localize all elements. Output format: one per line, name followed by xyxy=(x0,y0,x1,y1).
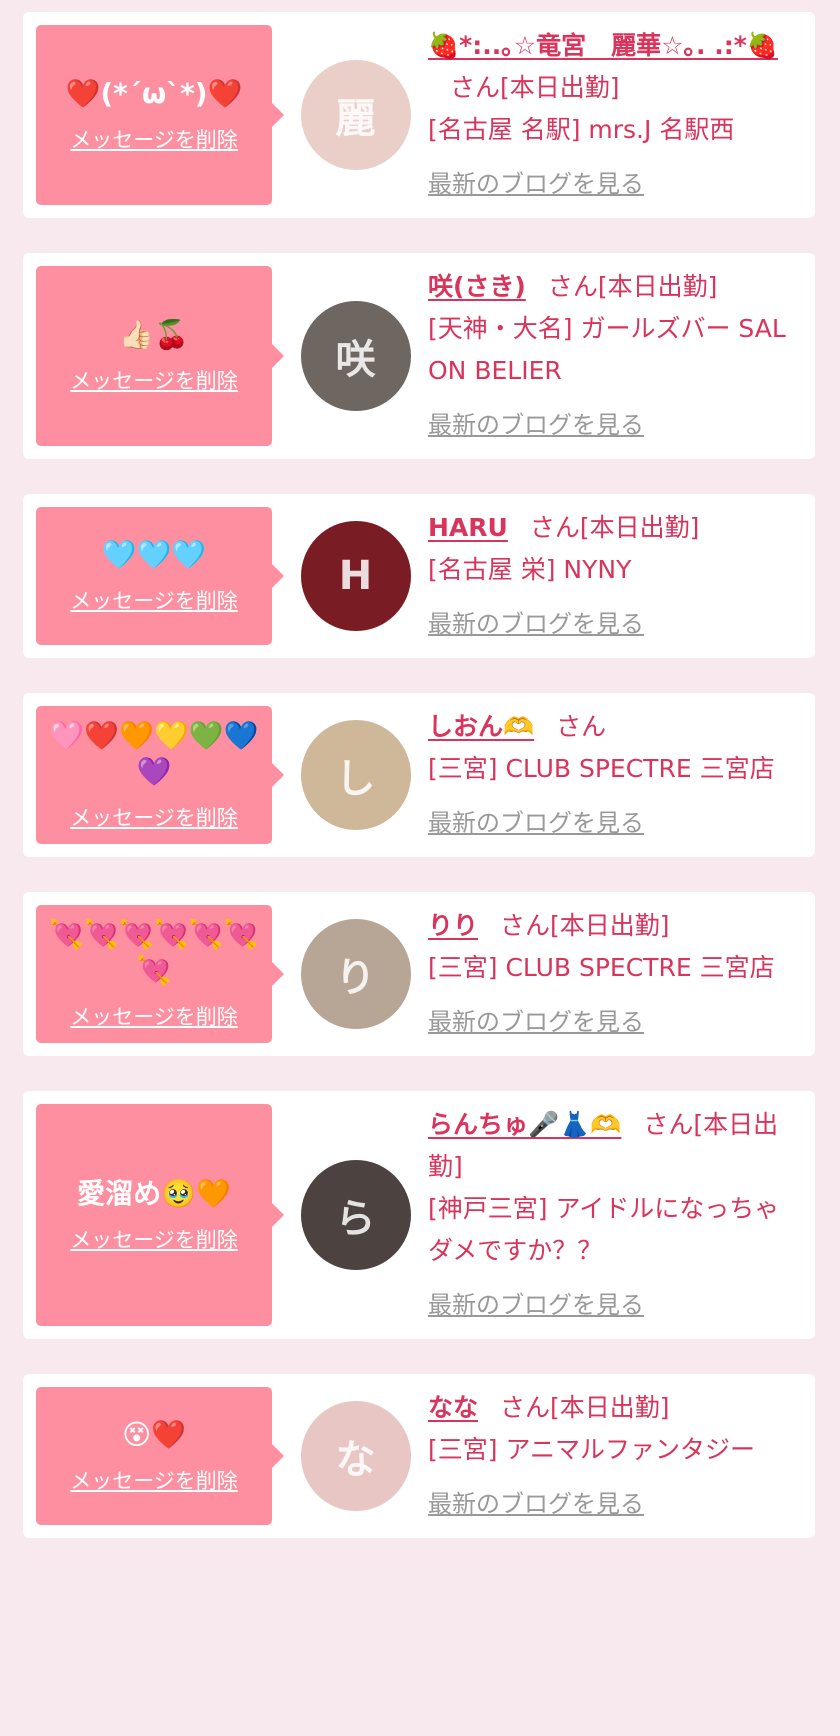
message-bubble: 🩵🩵🩵 メッセージを削除 xyxy=(36,507,284,645)
avatar-wrap: 麗 xyxy=(272,25,418,205)
cast-name-link[interactable]: 🍓*:..｡☆竜宮 麗華☆｡. .:*🍓 xyxy=(428,31,778,60)
cast-info: らんちゅ🎤👗🫶 さん[本日出勤] [神戸三宮] アイドルになっちゃダメですか？？ … xyxy=(418,1104,815,1326)
status-badge: [本日出勤] xyxy=(579,513,700,542)
avatar-wrap: ら xyxy=(272,1104,418,1326)
cast-info: しおん🫶 さん [三宮] CLUB SPECTRE 三宮店 最新のブログを見る xyxy=(418,706,815,844)
favorite-card: 😵❤️ メッセージを削除 な なな さん[本日出勤] [三宮] アニマルファンタジ… xyxy=(23,1374,815,1538)
avatar[interactable]: 咲 xyxy=(300,301,411,411)
status-badge: [本日出勤] xyxy=(550,911,670,940)
cast-info: 🍓*:..｡☆竜宮 麗華☆｡. .:*🍓 さん[本日出勤] [名古屋 名駅] mr… xyxy=(418,25,815,205)
cast-name-link[interactable]: HARU xyxy=(428,513,508,542)
name-line: 🍓*:..｡☆竜宮 麗華☆｡. .:*🍓 さん[本日出勤] xyxy=(428,25,797,109)
shop-name: [天神・大名] ガールズバー SALON BELIER xyxy=(428,314,786,385)
avatar-wrap: な xyxy=(272,1387,418,1525)
san-label: さん xyxy=(500,911,551,940)
delete-message-button[interactable]: メッセージを削除 xyxy=(70,365,238,395)
delete-message-button[interactable]: メッセージを削除 xyxy=(70,124,238,154)
message-text: ❤️(*´ω`*)❤️ xyxy=(65,77,243,110)
cast-name-link[interactable]: なな xyxy=(428,1393,478,1422)
san-label: さん xyxy=(500,1393,551,1422)
avatar-wrap: 咲 xyxy=(272,266,418,446)
cast-name-link[interactable]: りり xyxy=(428,911,478,940)
name-line: HARU さん[本日出勤] xyxy=(428,507,797,549)
favorite-card: 👍🏻🍒 メッセージを削除 咲 咲(さき) さん[本日出勤] [天神・大名] ガール… xyxy=(23,253,815,459)
latest-blog-link[interactable]: 最新のブログを見る xyxy=(428,1001,644,1043)
delete-message-button[interactable]: メッセージを削除 xyxy=(70,585,238,615)
cast-info: HARU さん[本日出勤] [名古屋 栄] NYNY 最新のブログを見る xyxy=(418,507,815,645)
shop-name: [名古屋 栄] NYNY xyxy=(428,555,632,584)
message-bubble: ❤️(*´ω`*)❤️ メッセージを削除 xyxy=(36,25,284,205)
favorite-card: ❤️(*´ω`*)❤️ メッセージを削除 麗 🍓*:..｡☆竜宮 麗華☆｡. .… xyxy=(23,12,815,218)
message-bubble: 💘💘💘💘💘💘💘 メッセージを削除 xyxy=(36,905,284,1043)
favorite-card: 愛溜め🥹🧡 メッセージを削除 ら らんちゅ🎤👗🫶 さん[本日出勤] [神戸三宮] … xyxy=(23,1091,815,1339)
san-label: さん xyxy=(450,73,501,102)
shop-name: [神戸三宮] アイドルになっちゃダメですか？？ xyxy=(428,1194,780,1265)
message-text: 🩵🩵🩵 xyxy=(101,538,207,571)
name-line: 咲(さき) さん[本日出勤] xyxy=(428,266,797,308)
message-bubble: 愛溜め🥹🧡 メッセージを削除 xyxy=(36,1104,284,1326)
message-bubble: 😵❤️ メッセージを削除 xyxy=(36,1387,284,1525)
cast-info: 咲(さき) さん[本日出勤] [天神・大名] ガールズバー SALON BELIE… xyxy=(418,266,815,446)
message-text: 😵❤️ xyxy=(121,1418,187,1451)
name-line: しおん🫶 さん xyxy=(428,706,797,748)
message-text: 愛溜め🥹🧡 xyxy=(77,1177,231,1210)
favorite-card: 🩷❤️🧡💛💚💙💜 メッセージを削除 し しおん🫶 さん [三宮] CLUB SPE… xyxy=(23,693,815,857)
avatar[interactable]: H xyxy=(300,521,411,631)
favorite-card: 💘💘💘💘💘💘💘 メッセージを削除 り りり さん[本日出勤] [三宮] CLUB … xyxy=(23,892,815,1056)
san-label: さん xyxy=(556,712,607,741)
delete-message-button[interactable]: メッセージを削除 xyxy=(70,1001,238,1031)
shop-name: [名古屋 名駅] mrs.J 名駅西 xyxy=(428,115,735,144)
status-badge: [本日出勤] xyxy=(550,1393,670,1422)
name-line: りり さん[本日出勤] xyxy=(428,905,797,947)
status-badge: [本日出勤] xyxy=(597,272,718,301)
shop-name: [三宮] アニマルファンタジー xyxy=(428,1435,755,1464)
name-line: らんちゅ🎤👗🫶 さん[本日出勤] xyxy=(428,1104,797,1188)
message-bubble: 👍🏻🍒 メッセージを削除 xyxy=(36,266,284,446)
message-text: 🩷❤️🧡💛💚💙💜 xyxy=(49,719,259,788)
san-label: さん xyxy=(547,272,598,301)
latest-blog-link[interactable]: 最新のブログを見る xyxy=(428,1483,644,1525)
delete-message-button[interactable]: メッセージを削除 xyxy=(70,1224,238,1254)
favorite-list: ❤️(*´ω`*)❤️ メッセージを削除 麗 🍓*:..｡☆竜宮 麗華☆｡. .… xyxy=(0,0,840,1538)
name-line: なな さん[本日出勤] xyxy=(428,1387,797,1429)
cast-info: なな さん[本日出勤] [三宮] アニマルファンタジー 最新のブログを見る xyxy=(418,1387,815,1525)
cast-info: りり さん[本日出勤] [三宮] CLUB SPECTRE 三宮店 最新のブログを… xyxy=(418,905,815,1043)
avatar[interactable]: ら xyxy=(300,1160,411,1270)
latest-blog-link[interactable]: 最新のブログを見る xyxy=(428,1284,644,1326)
san-label: さん xyxy=(529,513,580,542)
message-text: 💘💘💘💘💘💘💘 xyxy=(49,918,259,987)
avatar[interactable]: な xyxy=(300,1401,411,1511)
latest-blog-link[interactable]: 最新のブログを見る xyxy=(428,163,644,205)
cast-name-link[interactable]: 咲(さき) xyxy=(428,272,526,301)
latest-blog-link[interactable]: 最新のブログを見る xyxy=(428,802,644,844)
avatar[interactable]: り xyxy=(300,919,411,1029)
message-text: 👍🏻🍒 xyxy=(119,318,189,351)
shop-name: [三宮] CLUB SPECTRE 三宮店 xyxy=(428,953,775,982)
cast-name-link[interactable]: らんちゅ🎤👗🫶 xyxy=(428,1110,621,1139)
avatar[interactable]: 麗 xyxy=(300,60,411,170)
cast-name-link[interactable]: しおん🫶 xyxy=(428,712,534,741)
delete-message-button[interactable]: メッセージを削除 xyxy=(70,1465,238,1495)
avatar-wrap: し xyxy=(272,706,418,844)
latest-blog-link[interactable]: 最新のブログを見る xyxy=(428,404,644,446)
status-badge: [本日出勤] xyxy=(500,73,620,102)
favorite-card: 🩵🩵🩵 メッセージを削除 H HARU さん[本日出勤] [名古屋 栄] NYNY… xyxy=(23,494,815,658)
avatar[interactable]: し xyxy=(300,720,411,830)
delete-message-button[interactable]: メッセージを削除 xyxy=(70,802,238,832)
latest-blog-link[interactable]: 最新のブログを見る xyxy=(428,603,644,645)
message-bubble: 🩷❤️🧡💛💚💙💜 メッセージを削除 xyxy=(36,706,284,844)
shop-name: [三宮] CLUB SPECTRE 三宮店 xyxy=(428,754,775,783)
avatar-wrap: り xyxy=(272,905,418,1043)
avatar-wrap: H xyxy=(272,507,418,645)
san-label: さん xyxy=(643,1110,694,1139)
